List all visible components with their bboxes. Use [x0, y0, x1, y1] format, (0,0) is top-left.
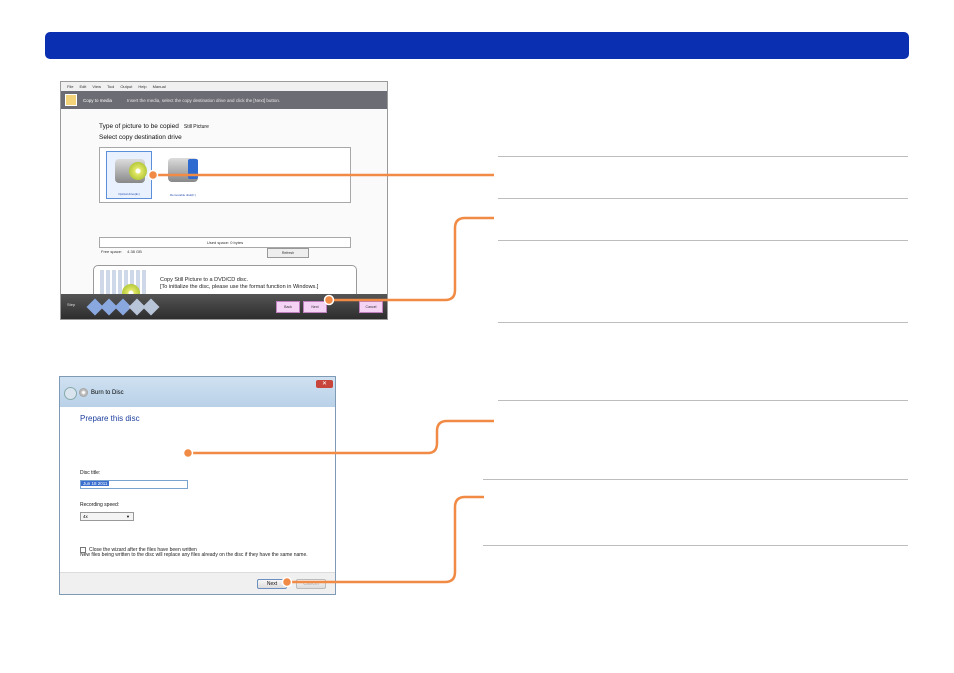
back-arrow-icon[interactable]: [64, 387, 77, 400]
used-space: Used space: 0 bytes: [99, 237, 351, 248]
cancel-button[interactable]: Cancel: [296, 579, 326, 589]
menu-help[interactable]: Help: [138, 84, 146, 89]
page-title: Prepare this disc: [80, 414, 140, 423]
picture-type-value: Still Picture: [183, 124, 209, 130]
menu-bar: File Edit View Tool Output Help Manual: [61, 82, 387, 91]
recording-speed-value: 4x: [83, 514, 88, 519]
close-wizard-label: Close the wizard after the files have be…: [89, 547, 197, 553]
menu-view[interactable]: View: [92, 84, 101, 89]
usb-stick-icon: [188, 159, 198, 179]
copy-to-media-screenshot: File Edit View Tool Output Help Manual C…: [60, 81, 388, 320]
info-text: Copy Still Picture to a DVD/CD disc. [To…: [160, 277, 319, 290]
close-icon[interactable]: ✕: [316, 380, 333, 388]
window-title-bar: Burn to Disc ✕: [60, 377, 335, 407]
disc-icon: [79, 388, 88, 397]
divider-line: [483, 479, 908, 480]
drive-list: Optical drive(E:) Removable disk(F:): [99, 147, 351, 203]
disc-title-label: Disc title:: [80, 470, 101, 476]
checkbox-box[interactable]: [80, 547, 86, 553]
window-title: Burn to Disc: [91, 390, 124, 396]
chevron-down-icon: ▼: [126, 514, 130, 519]
drive-removable[interactable]: Removable disk(F:): [160, 151, 206, 199]
burn-to-disc-screenshot: Burn to Disc ✕ Prepare this disc Disc ti…: [59, 376, 336, 595]
cd-disc-icon: [129, 162, 147, 180]
wizard-footer: Step Back Next Cancel: [61, 294, 387, 319]
free-space-label: Free space:: [101, 249, 123, 254]
back-button[interactable]: Back: [276, 301, 300, 313]
step-chevron-icon: [142, 298, 160, 316]
divider-line: [498, 156, 908, 157]
recording-speed-label: Recording speed:: [80, 502, 120, 508]
dialog-header: Copy to media Insert the media, select t…: [61, 91, 387, 109]
disc-title-input[interactable]: Jun 18 2011: [80, 480, 188, 489]
disc-title-value: Jun 18 2011: [81, 481, 110, 486]
refresh-button[interactable]: Refresh: [267, 248, 309, 258]
recording-speed-select[interactable]: 4x ▼: [80, 512, 134, 521]
divider-line: [498, 400, 908, 401]
drive-label: Removable disk(F:): [169, 193, 196, 197]
menu-manual[interactable]: Manual: [153, 84, 166, 89]
picture-type-label: Type of picture to be copied: [99, 123, 179, 130]
free-space: Free space: 4.38 GB: [101, 249, 142, 254]
drive-optical[interactable]: Optical drive(E:): [106, 151, 152, 199]
steps-label: Step: [67, 302, 76, 307]
dialog-title: Copy to media: [83, 97, 113, 103]
copy-to-media-icon: [65, 94, 77, 106]
drive-label: Optical drive(E:): [118, 192, 140, 196]
menu-tool[interactable]: Tool: [107, 84, 114, 89]
divider-line: [483, 545, 908, 546]
next-button[interactable]: Next: [303, 301, 327, 313]
menu-edit[interactable]: Edit: [79, 84, 86, 89]
wizard-footer: Next Cancel: [60, 572, 335, 594]
dialog-body: Type of picture to be copied Still Pictu…: [61, 109, 387, 311]
dialog-instruction: Insert the media, select the copy destin…: [127, 97, 281, 103]
free-space-value: 4.38 GB: [127, 249, 142, 254]
close-wizard-checkbox[interactable]: Close the wizard after the files have be…: [80, 547, 197, 553]
cancel-button[interactable]: Cancel: [359, 301, 383, 313]
picture-type-row: Type of picture to be copied Still Pictu…: [99, 123, 209, 130]
select-drive-label: Select copy destination drive: [99, 134, 182, 141]
divider-line: [498, 240, 908, 241]
menu-file[interactable]: File: [67, 84, 73, 89]
divider-line: [498, 322, 908, 323]
menu-output[interactable]: Output: [120, 84, 132, 89]
divider-line: [498, 198, 908, 199]
header-bar: [45, 32, 909, 59]
next-button[interactable]: Next: [257, 579, 287, 589]
